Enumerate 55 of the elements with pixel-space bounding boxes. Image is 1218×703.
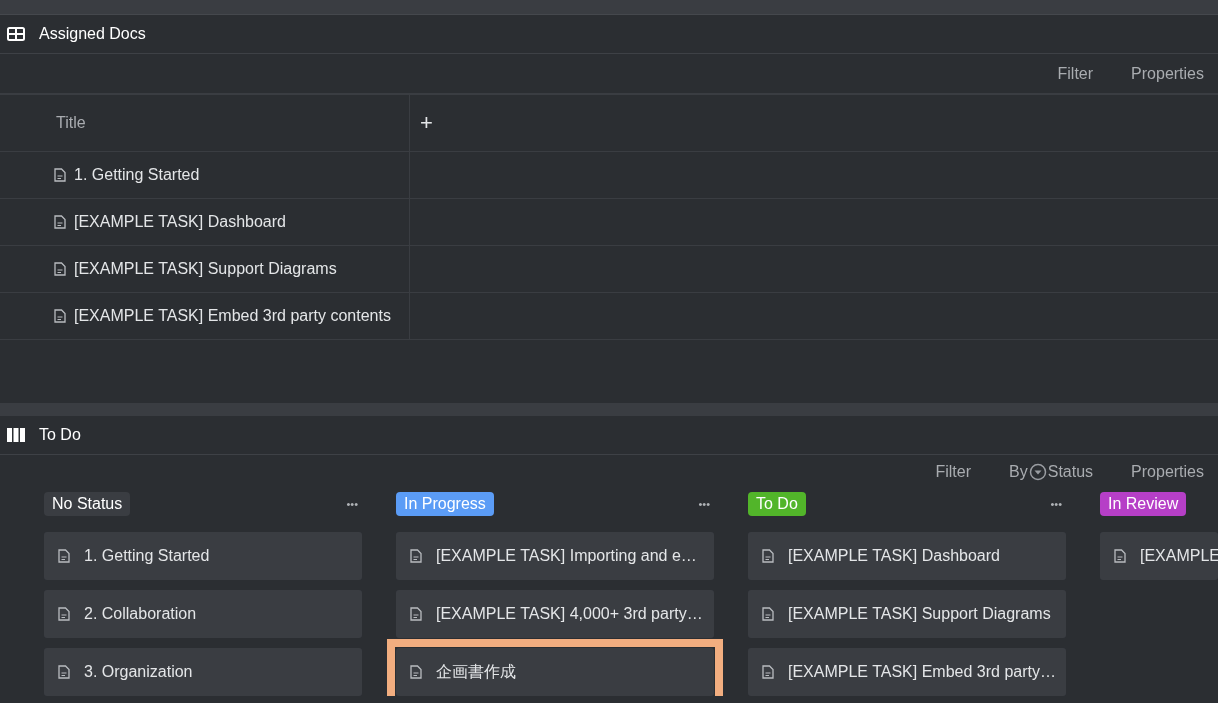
status-tag: To Do [748,492,806,516]
card-title: [EXAMPLE TASK] Importing and e… [436,547,697,565]
document-icon [762,607,774,621]
task-card[interactable]: 3. Organization [44,648,362,696]
task-card[interactable]: [EXAMPLE TASK] Support Diagrams [748,590,1066,638]
document-icon [762,665,774,679]
caret-icon [1028,463,1047,481]
view-title: Assigned Docs [39,25,146,43]
task-card[interactable]: [EXAMPLE TASK] Embed 3rd party… [748,648,1066,696]
status-tag: In Progress [396,492,494,516]
more-button[interactable]: ••• [1050,498,1066,510]
card-title: [EXAMPLE TASK] Support Diagrams [788,605,1051,623]
document-icon [58,607,70,621]
toolbar-link[interactable]: Properties [1131,463,1204,481]
task-card[interactable]: [EXAMPLE TASK] Dashboard [748,532,1066,580]
toolbar-link[interactable]: Filter [935,463,972,481]
table-icon [7,27,25,41]
more-button[interactable]: ••• [698,498,714,510]
card-title: 企画書作成 [436,661,516,682]
toolbar-link[interactable]: Properties [1131,64,1204,83]
card-title: 3. Organization [84,663,193,681]
task-card[interactable]: [EXAMPLE TASK] 4,000+ 3rd party… [396,590,714,638]
row-title[interactable]: 1. Getting Started [74,166,200,184]
document-icon [410,549,422,563]
document-icon [54,215,66,229]
document-icon [54,262,66,276]
view-title: To Do [39,426,81,444]
card-title: [EXAMPLE TASK] Embed 3rd party… [788,663,1056,681]
card-title: [EXAMPLE TASK] 4,000+ 3rd party… [436,605,703,623]
column-header[interactable]: Title [54,114,86,132]
document-icon [1114,549,1126,563]
document-icon [54,309,66,323]
status-tag: In Review [1100,492,1187,516]
row-title[interactable]: [EXAMPLE TASK] Embed 3rd party contents [74,307,391,325]
card-title: 1. Getting Started [84,547,210,565]
document-icon [58,665,70,679]
document-icon [410,665,422,679]
document-icon [762,549,774,563]
card-title: [EXAMPLE TASK] Dashboard [788,547,1000,565]
task-card[interactable]: 企画書作成 [396,648,714,696]
add-column-button[interactable]: + [420,110,433,136]
document-icon [54,168,66,182]
task-card[interactable]: 1. Getting Started [44,532,362,580]
task-card[interactable]: [EXAMPLE TASK] Importing and e… [396,532,714,580]
board-icon [7,428,25,442]
row-title[interactable]: [EXAMPLE TASK] Support Diagrams [74,260,337,278]
document-icon [410,607,422,621]
status-tag: No Status [44,492,131,516]
card-title: 2. Collaboration [84,605,197,623]
document-icon [58,549,70,563]
task-card[interactable]: 2. Collaboration [44,590,362,638]
row-title[interactable]: [EXAMPLE TASK] Dashboard [74,213,286,231]
toolbar-link[interactable]: Filter [1057,64,1094,83]
more-button[interactable]: ••• [346,498,362,510]
group-by-control[interactable]: By Status [1009,463,1094,481]
